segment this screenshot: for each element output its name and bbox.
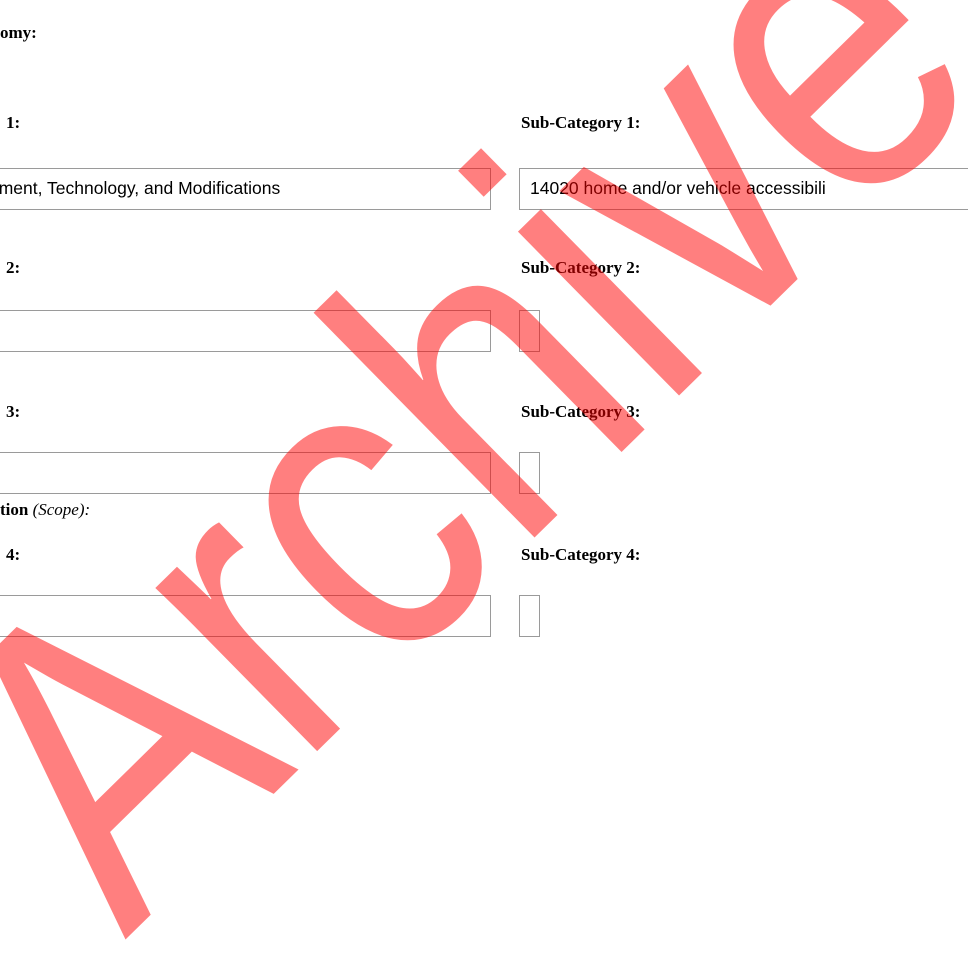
subcategory-4-label: Sub-Category 4: [521, 545, 641, 564]
scope-label: tion (Scope): [0, 501, 90, 518]
category-4-label: 4: [6, 545, 21, 564]
subcategory-1-field[interactable]: 14020 home and/or vehicle accessibili [519, 168, 968, 210]
category-2-label: 2: [6, 258, 21, 277]
subcategory-4-field[interactable] [519, 595, 540, 637]
subcategory-1-label: Sub-Category 1: [521, 113, 641, 132]
subcategory-3-field[interactable] [519, 452, 540, 494]
subcategory-3-label: Sub-Category 3: [521, 402, 641, 421]
scope-hint: (Scope): [32, 500, 91, 519]
category-1-field[interactable]: oment, Technology, and Modifications [0, 168, 491, 210]
scope-label-text: tion [0, 500, 29, 519]
category-3-label: 3: [6, 402, 21, 421]
taxonomy-heading: omy: [0, 23, 37, 42]
category-1-label: 1: [6, 113, 21, 132]
category-4-field[interactable] [0, 595, 491, 637]
subcategory-2-field[interactable] [519, 310, 540, 352]
category-2-field[interactable] [0, 310, 491, 352]
category-3-field[interactable] [0, 452, 491, 494]
subcategory-2-label: Sub-Category 2: [521, 258, 641, 277]
